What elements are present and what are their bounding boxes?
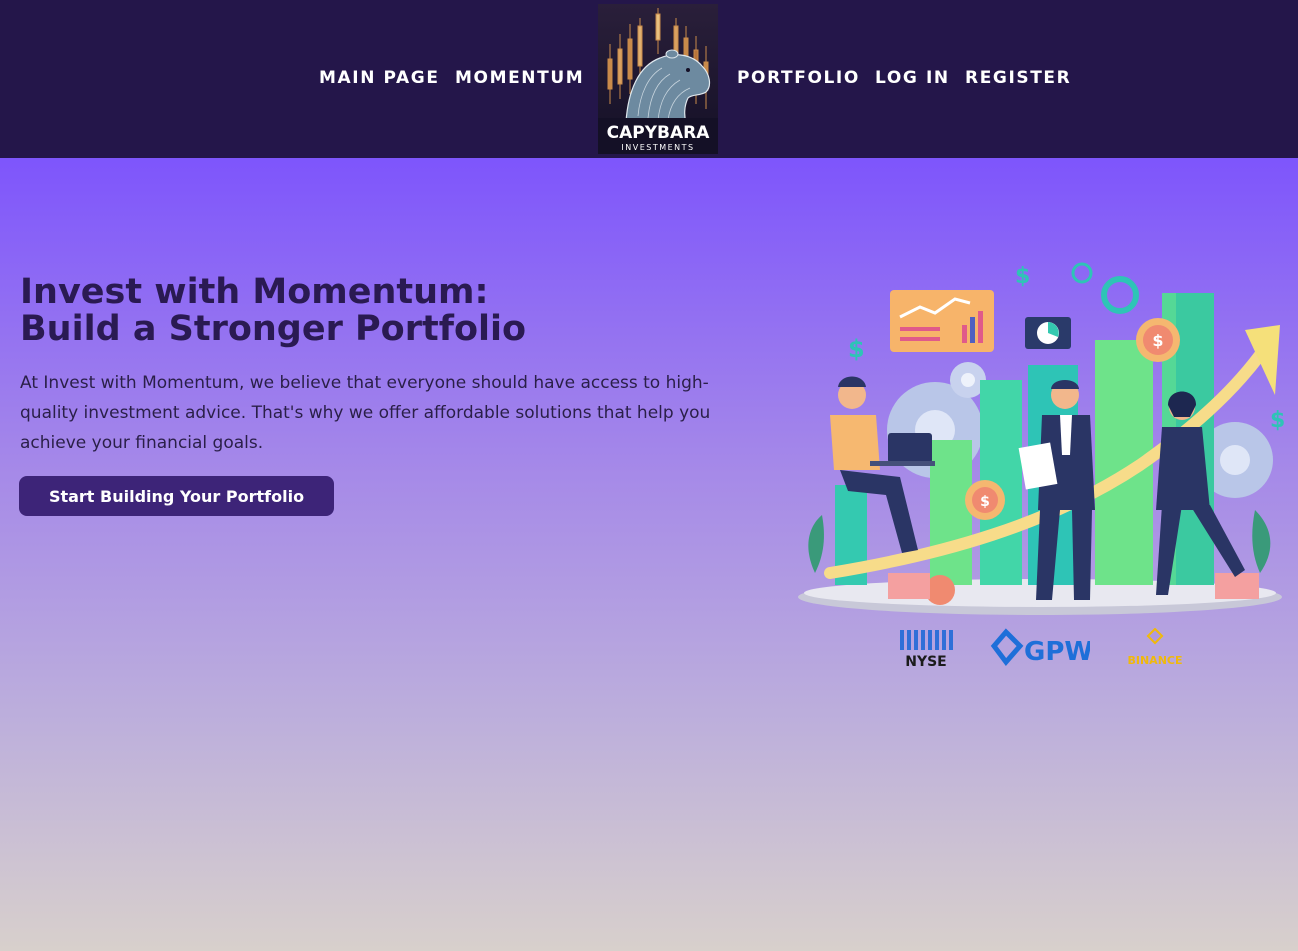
top-navbar: MAIN PAGE MOMENTUM CAPYBARA INVESTMENTS …	[0, 0, 1298, 158]
logo-wordmark: CAPYBARA	[607, 123, 711, 143]
nav-register[interactable]: REGISTER	[965, 66, 1071, 90]
hero-headline-line-1: Invest with Momentum:	[20, 272, 489, 312]
nav-main-page[interactable]: MAIN PAGE	[319, 66, 440, 90]
dollar-sign-icon: $	[848, 335, 865, 363]
start-building-portfolio-button[interactable]: Start Building Your Portfolio	[19, 476, 334, 516]
dollar-sign-icon: $	[1270, 408, 1285, 433]
svg-text:$: $	[980, 494, 990, 510]
dollar-coin-icon: $	[965, 480, 1005, 520]
plant-leaf-icon	[808, 515, 824, 573]
svg-text:$: $	[1152, 331, 1163, 350]
plant-leaf-icon	[1252, 510, 1271, 573]
donut-chart-icon	[1101, 276, 1139, 314]
nav-log-in[interactable]: LOG IN	[875, 66, 950, 90]
gpw-label: GPW	[1024, 637, 1090, 667]
binance-label: BINANCE	[1128, 654, 1183, 667]
logo-tagline: INVESTMENTS	[621, 143, 694, 152]
nyse-label: NYSE	[905, 654, 947, 668]
nyse-logo: NYSE	[898, 628, 956, 673]
hero-headline: Invest with Momentum: Build a Stronger P…	[20, 274, 720, 348]
dollar-sign-icon: $	[1015, 264, 1030, 289]
donut-chart-icon	[1071, 262, 1093, 284]
nav-portfolio[interactable]: PORTFOLIO	[737, 66, 860, 90]
hero-headline-line-2: Build a Stronger Portfolio	[20, 309, 527, 349]
capybara-logo-art: CAPYBARA INVESTMENTS	[598, 4, 718, 154]
nav-momentum[interactable]: MOMENTUM	[455, 66, 584, 90]
analytics-card-icon	[890, 290, 994, 352]
investment-team-illustration: $ $ $ $ $	[798, 262, 1285, 615]
hero-description: At Invest with Momentum, we believe that…	[20, 373, 711, 453]
binance-logo: BINANCE	[1124, 627, 1186, 673]
pie-chart-icon	[1025, 317, 1071, 349]
capybara-logo[interactable]: CAPYBARA INVESTMENTS	[598, 4, 718, 154]
gpw-logo: GPW	[990, 628, 1093, 673]
dollar-coin-icon: $	[1136, 318, 1180, 362]
coin-stack-icon	[1215, 573, 1259, 599]
coin-stack-icon	[888, 573, 930, 599]
